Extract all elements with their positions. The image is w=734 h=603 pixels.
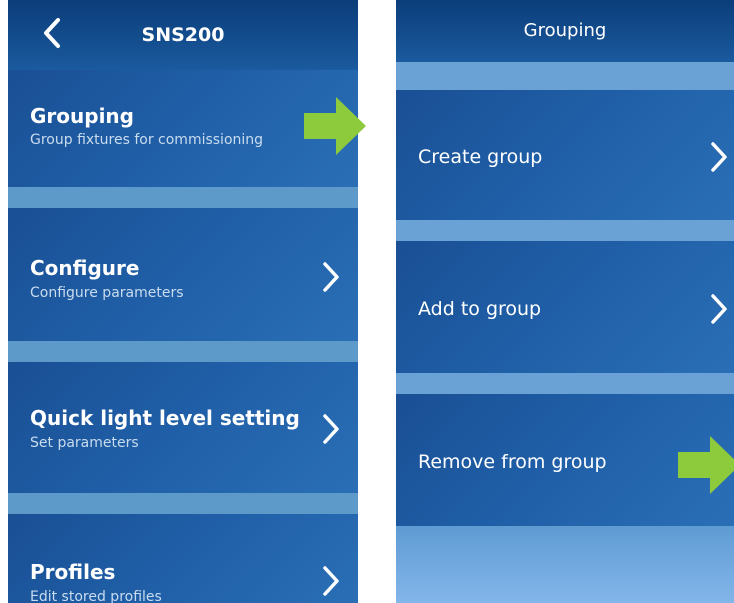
menu-item-add-to-group[interactable]: Add to group	[396, 241, 734, 373]
menu-item-profiles[interactable]: Profiles Edit stored profiles	[8, 514, 358, 603]
menu-item-label: Create group	[418, 146, 543, 168]
green-arrow-icon	[678, 436, 734, 494]
menu-item-label: Configure	[30, 256, 140, 280]
menu-item-create-group[interactable]: Create group	[396, 90, 734, 220]
green-arrow-icon	[304, 97, 366, 155]
menu-item-label: Quick light level setting	[30, 406, 300, 430]
menu-item-label: Add to group	[418, 298, 542, 320]
left-phone-screen: SNS200 Grouping Group fixtures for commi…	[8, 0, 358, 603]
chevron-right-icon	[711, 294, 727, 324]
right-phone-screen: Grouping Create group Add to group Remov…	[396, 0, 734, 603]
chevron-right-icon	[323, 414, 339, 444]
empty-footer-area	[396, 526, 734, 603]
page-title: Grouping	[523, 20, 607, 41]
menu-item-sublabel: Configure parameters	[30, 285, 184, 301]
menu-item-sublabel: Group fixtures for commissioning	[30, 132, 264, 148]
menu-item-label: Remove from group	[418, 451, 607, 473]
menu-item-sublabel: Edit stored profiles	[30, 589, 162, 603]
menu-item-configure[interactable]: Configure Configure parameters	[8, 208, 358, 341]
menu-item-label: Profiles	[30, 560, 116, 584]
menu-item-quick-light-level[interactable]: Quick light level setting Set parameters	[8, 362, 358, 493]
chevron-right-icon	[323, 262, 339, 292]
menu-item-label: Grouping	[30, 104, 134, 128]
app-header: SNS200	[8, 0, 358, 70]
menu-item-sublabel: Set parameters	[30, 435, 139, 451]
page-title: SNS200	[141, 24, 225, 46]
app-header: Grouping	[396, 0, 734, 62]
chevron-right-icon	[323, 566, 339, 596]
chevron-right-icon	[711, 142, 727, 172]
